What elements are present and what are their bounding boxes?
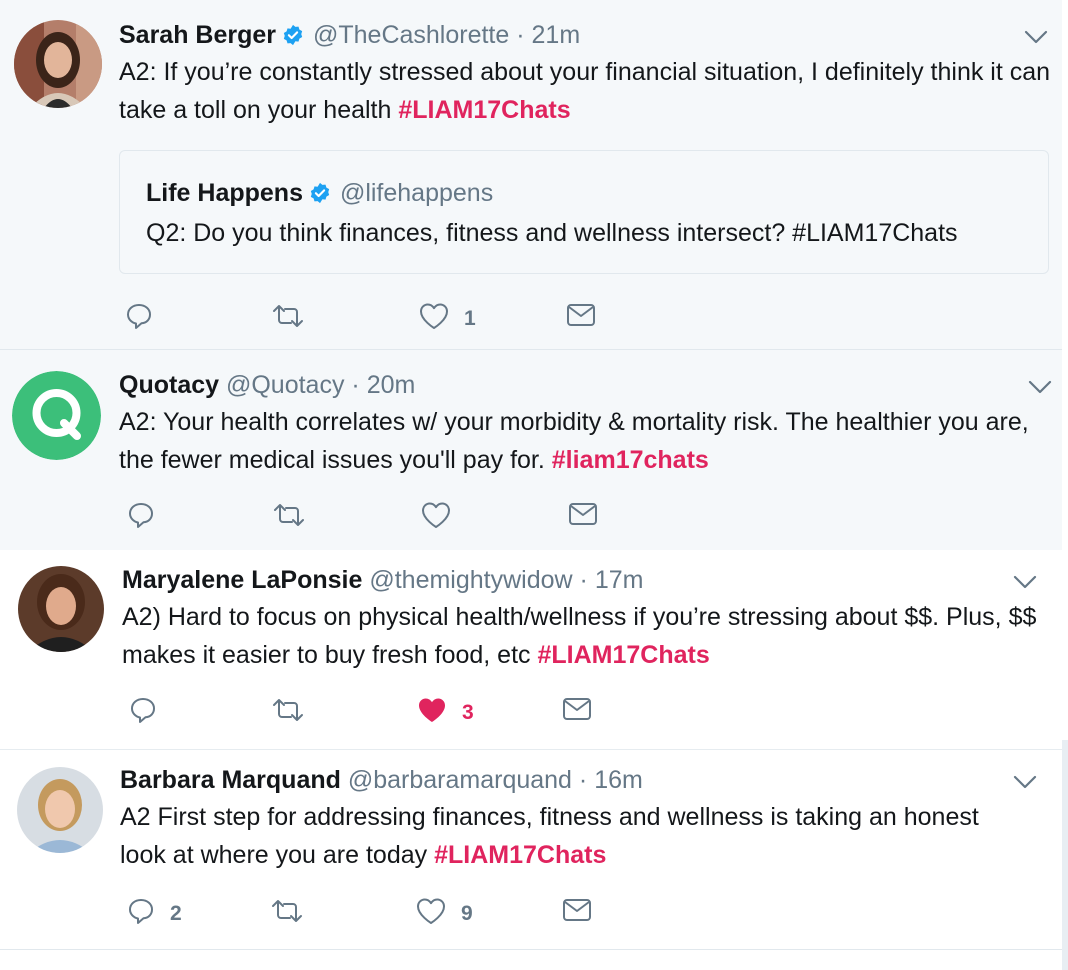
quoted-author-name: Life Happens [146,179,303,207]
tweet-maryalene-laponsie[interactable]: Maryalene LaPonsie @themightywidow · 17m… [0,550,1062,750]
like-icon [416,695,448,730]
like-button[interactable]: 9 [415,896,473,931]
retweet-icon [270,897,304,930]
direct-message-icon [568,501,598,532]
retweet-icon [271,696,305,729]
reply-button[interactable]: 2 [126,896,182,931]
retweet-button[interactable] [272,501,306,534]
scrollbar-track[interactable] [1062,740,1068,970]
tweet-timestamp[interactable]: 17m [595,566,644,594]
avatar[interactable] [18,566,104,652]
quoted-author-handle: @lifehappens [339,179,494,207]
reply-button[interactable] [124,301,168,336]
timeline-feed: Sarah Berger @TheCashlorette · 21m A2: I… [0,0,1068,970]
reply-icon [128,695,158,730]
tweet-text: A2 First step for addressing finances, f… [120,803,979,869]
reply-icon [124,301,154,336]
quoted-tweet[interactable]: Life Happens @lifehappens Q2: Do you thi… [119,150,1049,274]
retweet-button[interactable] [270,897,304,930]
like-count: 9 [461,901,473,925]
tweet-sarah-berger[interactable]: Sarah Berger @TheCashlorette · 21m A2: I… [0,0,1062,350]
tweet-timestamp[interactable]: 16m [594,766,643,794]
retweet-icon [272,501,306,534]
like-icon [415,896,447,931]
tweet-timestamp[interactable]: 20m [367,371,416,399]
reply-count: 2 [170,901,182,925]
direct-message-button[interactable] [562,897,592,928]
retweet-icon [271,302,305,335]
tweet-barbara-marquand[interactable]: Barbara Marquand @barbaramarquand · 16m … [0,750,1062,950]
chevron-down-icon[interactable] [1013,575,1037,594]
avatar[interactable] [14,20,102,108]
tweet-text: A2) Hard to focus on physical health/wel… [122,603,1037,669]
direct-message-icon [566,302,596,333]
tweet-timestamp[interactable]: 21m [532,21,581,49]
like-icon [418,301,450,336]
like-button[interactable]: 3 [416,695,474,730]
author-handle[interactable]: @barbaramarquand [348,766,572,794]
author-name[interactable]: Sarah Berger [119,21,276,49]
direct-message-icon [562,897,592,928]
avatar[interactable] [12,371,101,460]
verified-badge-icon [282,22,304,54]
quoted-tweet-text: Q2: Do you think finances, fitness and w… [146,219,958,247]
like-icon [420,500,452,535]
hashtag-link[interactable]: #LIAM17Chats [398,96,570,124]
chevron-down-icon[interactable] [1024,30,1048,49]
retweet-button[interactable] [271,302,305,335]
verified-badge-icon [309,180,331,212]
like-button[interactable]: 1 [418,301,476,336]
author-handle[interactable]: @themightywidow [369,566,572,594]
hashtag-link[interactable]: #LIAM17Chats [434,841,606,869]
author-handle[interactable]: @Quotacy [226,371,344,399]
chevron-down-icon[interactable] [1013,775,1037,794]
hashtag-link[interactable]: #liam17chats [552,446,709,474]
retweet-button[interactable] [271,696,305,729]
reply-icon [126,500,156,535]
like-count: 3 [462,700,474,724]
like-button[interactable] [420,500,466,535]
author-name[interactable]: Quotacy [119,371,219,399]
reply-icon [126,896,156,931]
author-handle[interactable]: @TheCashlorette [313,21,509,49]
direct-message-icon [562,696,592,727]
reply-button[interactable] [128,695,172,730]
avatar[interactable] [17,767,103,853]
author-name[interactable]: Maryalene LaPonsie [122,566,362,594]
direct-message-button[interactable] [562,696,592,727]
chevron-down-icon[interactable] [1028,380,1052,399]
direct-message-button[interactable] [568,501,598,532]
direct-message-button[interactable] [566,302,596,333]
author-name[interactable]: Barbara Marquand [120,766,341,794]
reply-button[interactable] [126,500,170,535]
hashtag-link[interactable]: #LIAM17Chats [537,641,709,669]
tweet-text: A2: If you’re constantly stressed about … [119,58,1051,124]
tweet-text: A2: Your health correlates w/ your morbi… [119,408,1029,474]
tweet-quotacy[interactable]: Quotacy @Quotacy · 20m A2: Your health c… [0,350,1062,550]
like-count: 1 [464,306,476,330]
